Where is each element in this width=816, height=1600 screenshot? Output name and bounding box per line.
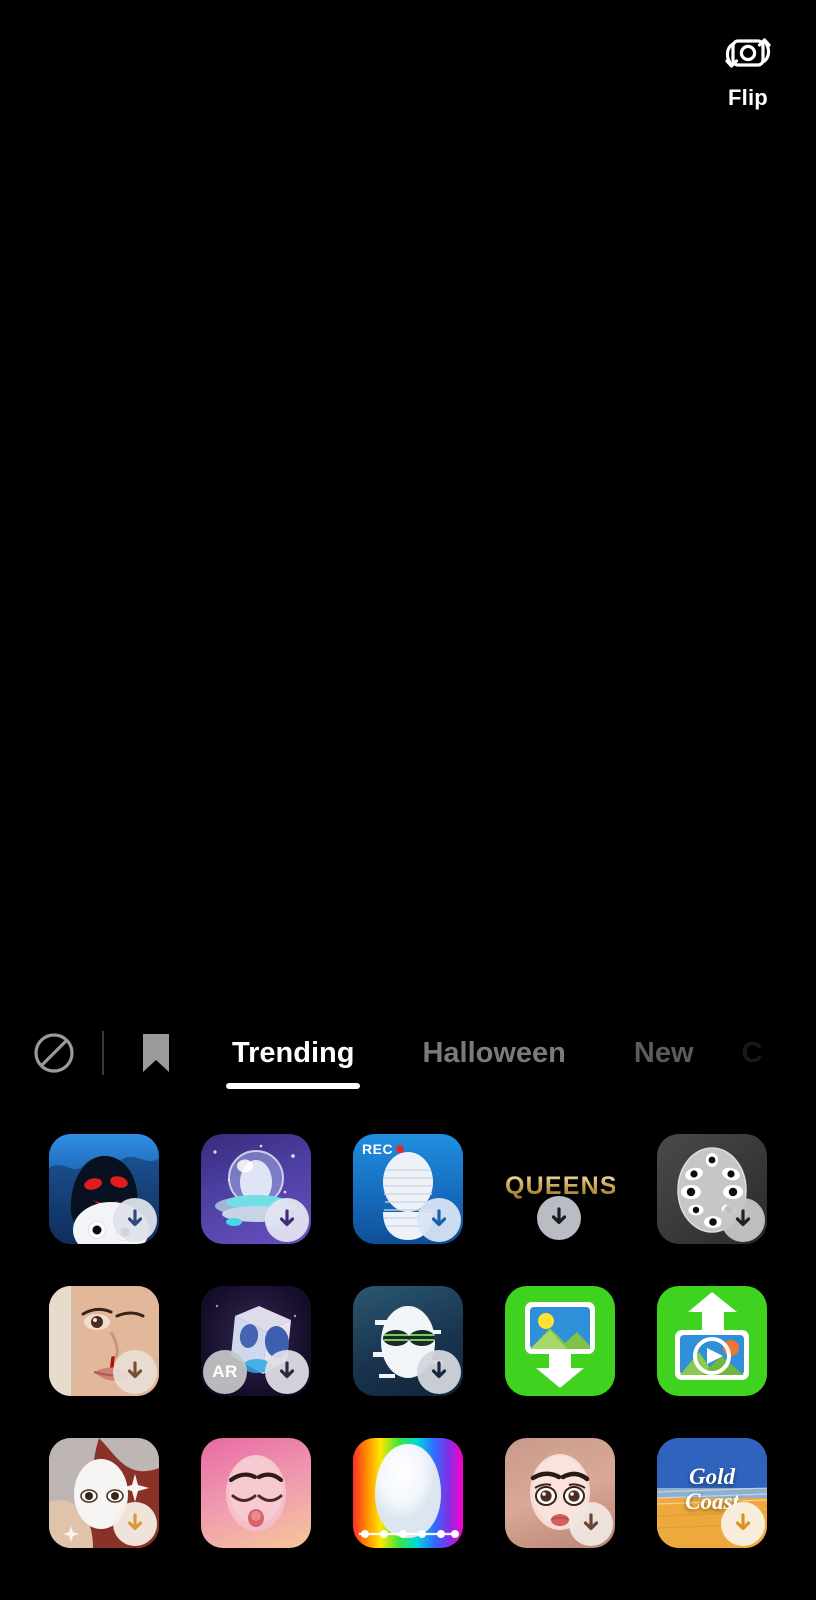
tab-new[interactable]: New <box>600 1003 728 1103</box>
rec-indicator: REC <box>362 1141 405 1157</box>
effect-rainbow-face[interactable] <box>332 1429 484 1557</box>
effect-ghost-shadow[interactable] <box>28 1125 180 1253</box>
download-badge[interactable] <box>113 1502 157 1546</box>
download-arrow-icon <box>551 1207 567 1225</box>
effect-bloody-nose[interactable] <box>28 1277 180 1405</box>
download-arrow-icon <box>431 1209 447 1227</box>
effect-pink-face[interactable] <box>180 1429 332 1557</box>
effects-panel: Trending Halloween New C REC QUEENS AR G… <box>0 1003 816 1600</box>
download-arrow-icon <box>279 1209 295 1227</box>
tab-halloween-label: Halloween <box>422 1036 566 1069</box>
download-badge[interactable] <box>265 1350 309 1394</box>
tab-trending[interactable]: Trending <box>198 1003 388 1103</box>
flip-camera-label: Flip <box>728 85 768 110</box>
effect-rec-ghost[interactable]: REC <box>332 1125 484 1253</box>
download-arrow-icon <box>127 1361 143 1379</box>
tab-halloween[interactable]: Halloween <box>388 1003 599 1103</box>
ar-badge: AR <box>203 1350 247 1394</box>
download-arrow-icon <box>431 1361 447 1379</box>
download-badge[interactable] <box>265 1198 309 1242</box>
upload-photo-icon <box>525 1302 595 1388</box>
no-effect-button[interactable] <box>26 1025 82 1081</box>
camera-effects-screen: Flip Trending Halloween New C REC QUEENS… <box>0 0 816 1600</box>
download-badge[interactable] <box>721 1198 765 1242</box>
camera-viewfinder[interactable] <box>0 0 816 1003</box>
download-badge[interactable] <box>113 1198 157 1242</box>
effect-ufo-globe[interactable] <box>180 1125 332 1253</box>
effects-grid: REC QUEENS AR Gold Coast <box>0 1103 816 1557</box>
download-badge[interactable] <box>721 1502 765 1546</box>
flip-camera-button[interactable]: Flip <box>702 28 794 111</box>
no-effect-icon <box>34 1033 74 1073</box>
download-arrow-icon <box>279 1361 295 1379</box>
download-badge[interactable] <box>417 1350 461 1394</box>
effects-tab-list: Trending Halloween New C <box>198 1003 816 1103</box>
rec-label: REC <box>362 1141 394 1157</box>
download-badge[interactable] <box>537 1196 581 1240</box>
effect-queens[interactable]: QUEENS <box>484 1125 636 1253</box>
effect-gold-coast[interactable]: Gold Coast <box>636 1429 788 1557</box>
download-arrow-icon <box>735 1209 751 1227</box>
download-arrow-icon <box>583 1513 599 1531</box>
download-badge[interactable] <box>113 1350 157 1394</box>
effect-upload-video[interactable] <box>636 1277 788 1405</box>
effects-tabbar: Trending Halloween New C <box>0 1003 816 1103</box>
effect-doll-face[interactable] <box>484 1429 636 1557</box>
download-arrow-icon <box>127 1513 143 1531</box>
bookmark-icon <box>143 1034 169 1072</box>
tab-partial[interactable]: C <box>728 1003 777 1103</box>
camera-flip-icon <box>725 38 771 68</box>
download-badge[interactable] <box>569 1502 613 1546</box>
download-arrow-icon <box>735 1513 751 1531</box>
rec-dot-icon <box>396 1145 405 1153</box>
tab-trending-label: Trending <box>232 1036 355 1069</box>
effect-glitch-face[interactable] <box>332 1277 484 1405</box>
effect-upload-photo[interactable] <box>484 1277 636 1405</box>
effect-sparkle-mask[interactable] <box>28 1429 180 1557</box>
effect-many-eyes-mask[interactable] <box>636 1125 788 1253</box>
rainbow-face-art <box>359 1444 459 1538</box>
pink-face-art <box>226 1455 286 1531</box>
saved-effects-button[interactable] <box>128 1025 184 1081</box>
download-arrow-icon <box>127 1209 143 1227</box>
upload-video-icon <box>675 1292 749 1380</box>
tabbar-divider <box>102 1031 104 1075</box>
effect-ar-cube[interactable]: AR <box>180 1277 332 1405</box>
tab-partial-label: C <box>741 1036 763 1069</box>
download-badge[interactable] <box>417 1198 461 1242</box>
tab-new-label: New <box>633 1036 694 1069</box>
